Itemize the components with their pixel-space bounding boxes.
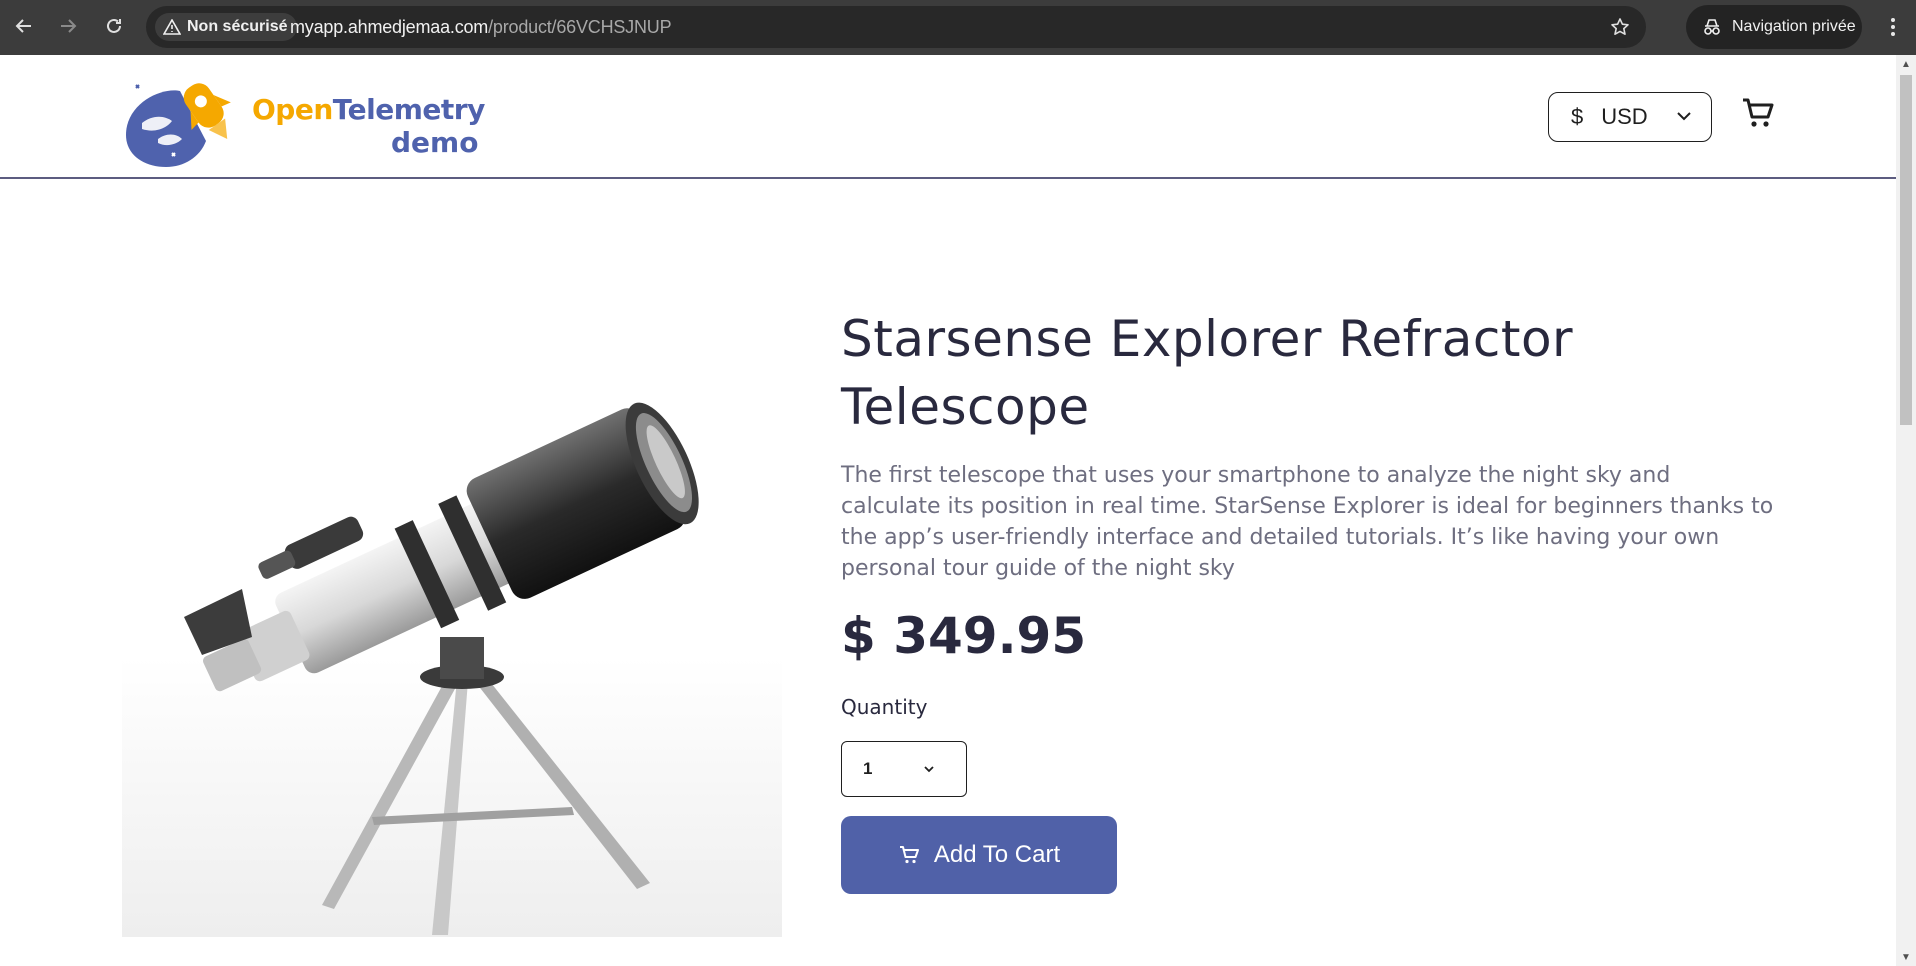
security-indicator[interactable]: Non sécurisé [155, 13, 298, 41]
reload-button[interactable] [98, 10, 130, 42]
site-logo[interactable]: OpenTelemetry demo [122, 63, 485, 173]
page-scrollbar[interactable]: ▲ ▼ [1896, 55, 1916, 966]
back-button[interactable] [8, 10, 40, 42]
forward-button[interactable] [52, 10, 84, 42]
quantity-value: 1 [863, 759, 873, 778]
currency-code: USD [1601, 104, 1648, 129]
chevron-down-icon [924, 766, 934, 773]
currency-selector[interactable]: $ USD [1548, 92, 1712, 142]
warning-icon [163, 19, 181, 35]
browser-toolbar: Non sécurisé myapp.ahmedjemaa.com/produc… [0, 0, 1916, 55]
private-browsing-chip[interactable]: Navigation privée [1686, 5, 1862, 49]
scroll-up-arrow-icon[interactable]: ▲ [1896, 55, 1916, 73]
rocket-logo-icon [126, 83, 231, 167]
url-path: /product/66VCHSJNUP [488, 17, 672, 37]
add-to-cart-button[interactable]: Add To Cart [841, 816, 1117, 894]
browser-menu-button[interactable] [1878, 10, 1908, 44]
quantity-select[interactable]: 1 [841, 741, 967, 797]
kebab-menu-icon [1891, 18, 1895, 36]
add-to-cart-label: Add To Cart [933, 841, 1061, 868]
reload-icon [107, 18, 121, 33]
private-label: Navigation privée [1732, 18, 1856, 35]
product-image [122, 402, 782, 937]
product-description: The first telescope that uses your smart… [841, 463, 1774, 581]
cart-icon[interactable] [1740, 95, 1776, 131]
security-label: Non sécurisé [187, 18, 288, 35]
currency-symbol: $ [1571, 104, 1584, 129]
logo-wordmark: OpenTelemetry [252, 93, 485, 126]
arrow-right-icon [61, 19, 77, 33]
scroll-down-arrow-icon[interactable]: ▼ [1896, 948, 1916, 966]
logo-word-demo: demo [391, 126, 479, 159]
arrow-left-icon [15, 19, 31, 33]
address-bar[interactable]: Non sécurisé myapp.ahmedjemaa.com/produc… [146, 6, 1646, 48]
cart-icon [899, 846, 919, 864]
product-title: Starsense Explorer Refractor Telescope [841, 310, 1574, 436]
logo-word-open: Open [252, 93, 333, 126]
site-header: OpenTelemetry demo $ USD [0, 55, 1896, 179]
logo-word-telemetry: Telemetry [332, 93, 486, 126]
url-text[interactable]: myapp.ahmedjemaa.com/product/66VCHSJNUP [290, 17, 672, 38]
incognito-icon [1704, 19, 1720, 35]
product-price: $ 349.95 [841, 607, 1087, 665]
scroll-thumb[interactable] [1900, 75, 1912, 425]
page-content: OpenTelemetry demo $ USD Starsense Explo… [0, 55, 1896, 966]
bookmark-button[interactable] [1604, 11, 1636, 43]
chevron-down-icon [1677, 112, 1691, 121]
quantity-label: Quantity [841, 695, 928, 719]
url-host: myapp.ahmedjemaa.com [290, 17, 489, 37]
star-icon [1611, 18, 1629, 35]
